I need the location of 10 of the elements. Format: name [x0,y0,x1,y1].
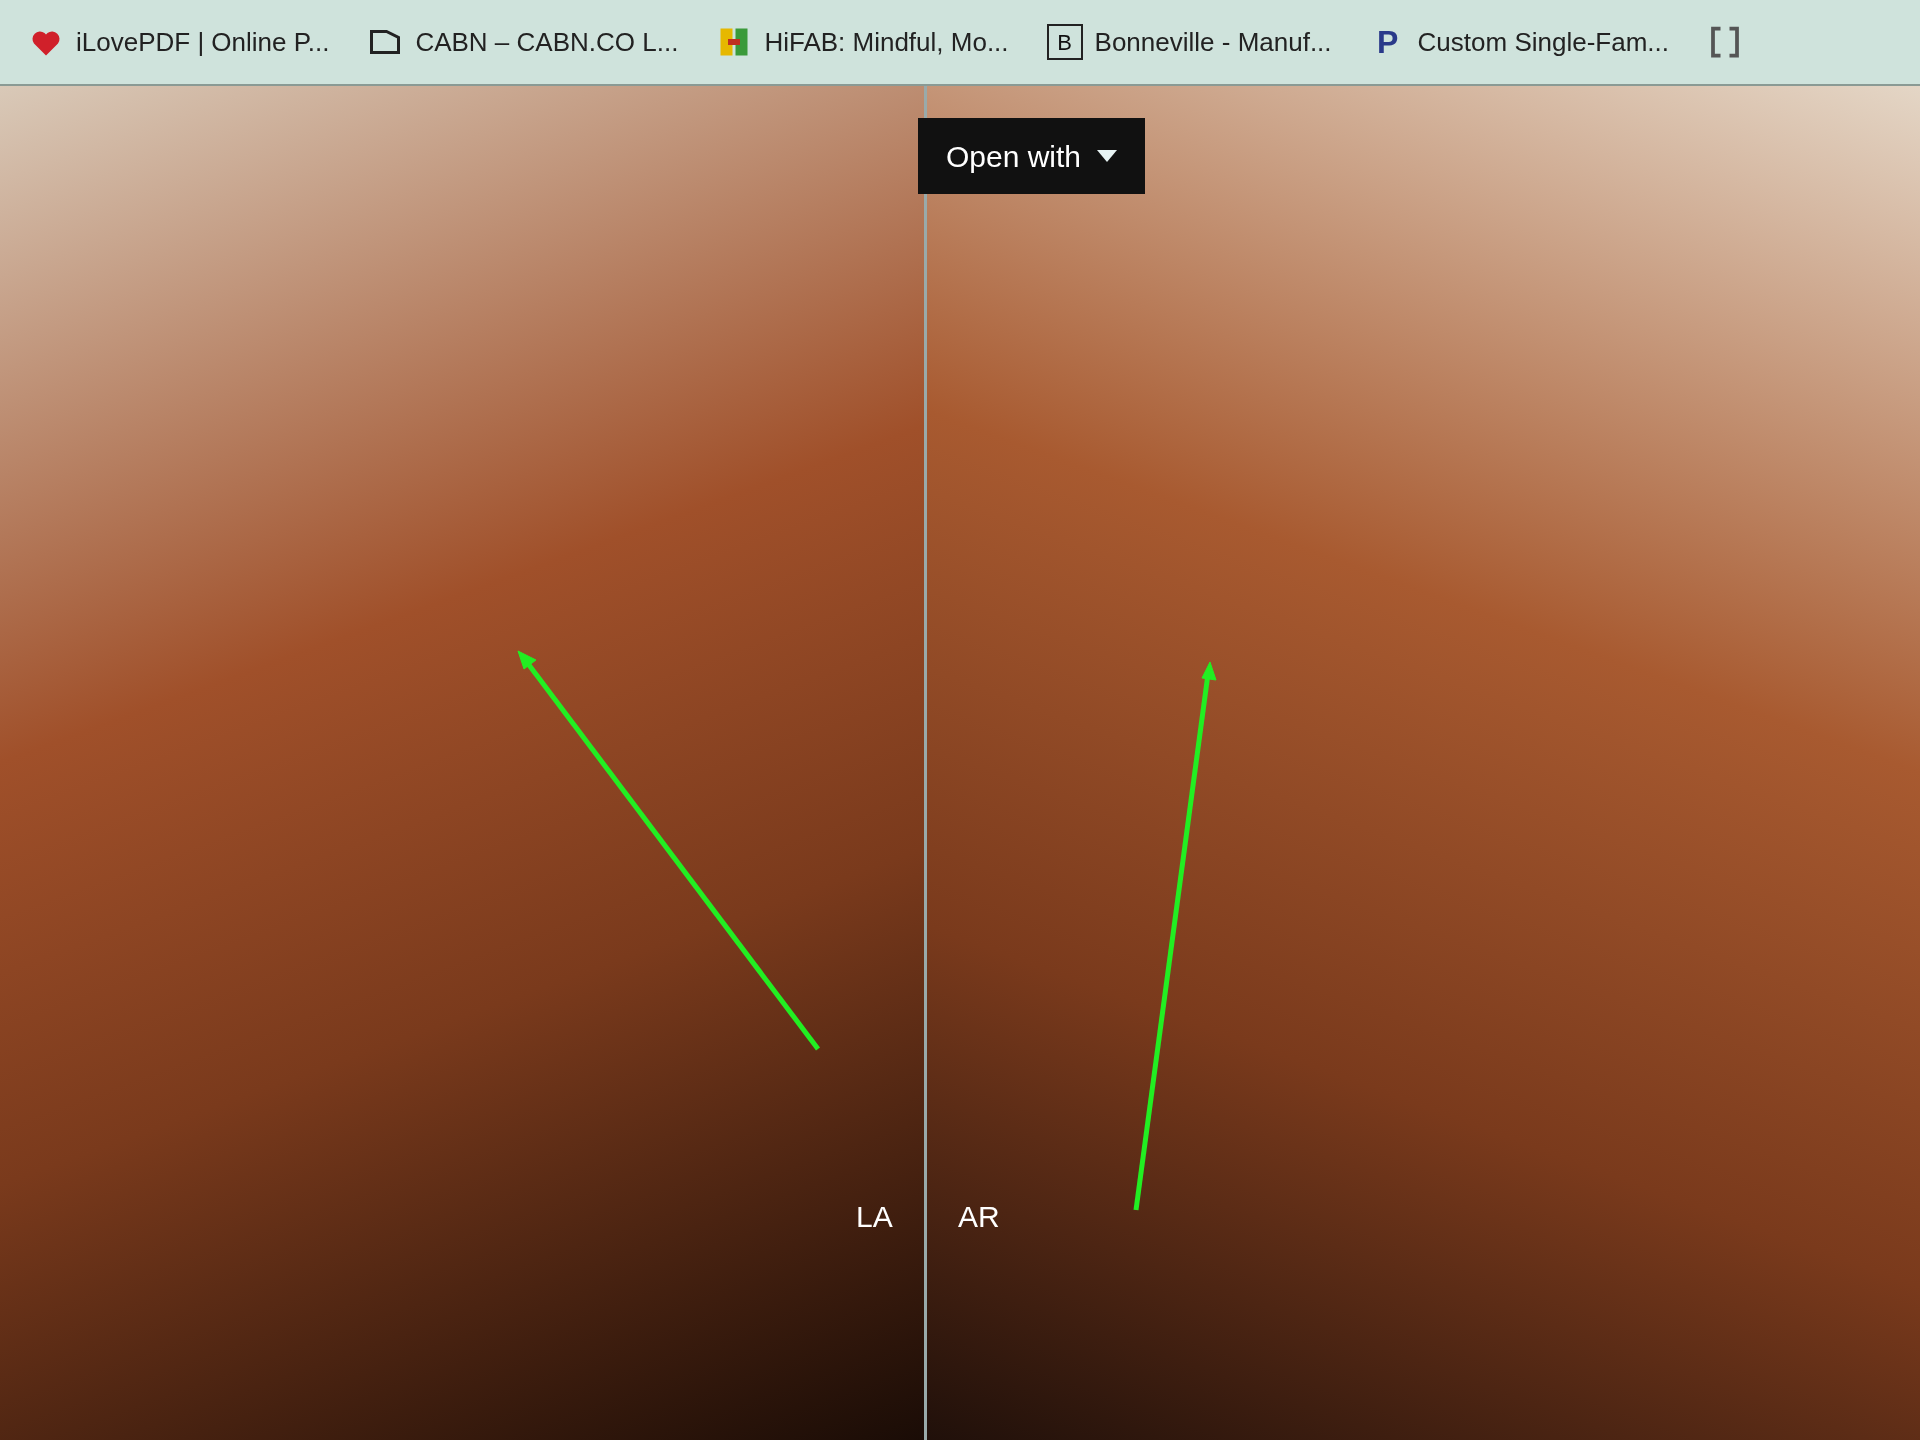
bookmark-link[interactable]: Custom Single-Fam... [1417,22,1669,62]
bookmark-link[interactable]: CABN – CABN.CO L... [415,22,679,62]
orientation-label: LA [856,1199,893,1235]
letter-icon: B [1046,24,1083,60]
orientation-label: AR [958,1199,1000,1235]
bookmark-link[interactable]: HiFAB: Mindful, Mo... [764,22,1009,62]
bookmark-link[interactable]: iLovePDF | Online P... [76,22,330,62]
bookmark-link[interactable]: Bonneville - Manuf... [1094,22,1332,62]
letter-icon: P [1369,24,1406,60]
open-with-button[interactable]: Open with [918,118,1145,194]
